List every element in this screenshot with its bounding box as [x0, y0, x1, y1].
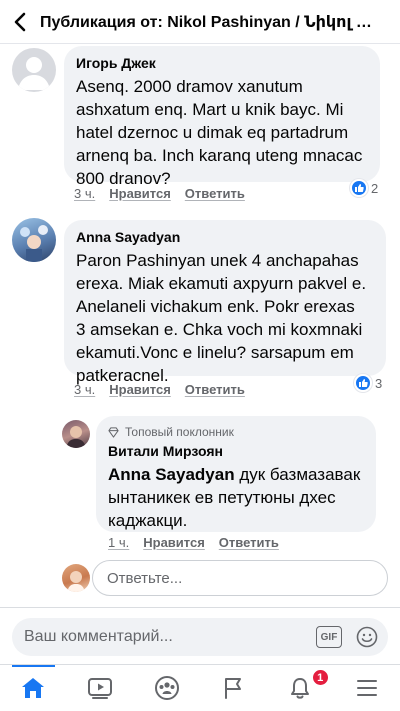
comment-actions: 3 ч. Нравится Ответить — [74, 186, 245, 201]
diamond-icon — [108, 426, 119, 438]
tab-home[interactable] — [0, 665, 67, 711]
comment-author[interactable]: Игорь Джек — [76, 55, 368, 72]
tab-menu[interactable] — [333, 665, 400, 711]
badge-label: Топовый поклонник — [125, 425, 234, 439]
top-fan-badge: Топовый поклонник — [108, 425, 364, 439]
tab-notifications[interactable]: 1 — [267, 665, 334, 711]
chevron-left-icon — [14, 12, 26, 31]
mention[interactable]: Anna Sayadyan — [108, 465, 235, 484]
comment-text: Anna Sayadyan дук базмазавак ынтаникек е… — [108, 463, 364, 532]
comment-text: Paron Pashinyan unek 4 anchapahas erexa.… — [76, 251, 367, 385]
tab-watch[interactable] — [67, 665, 134, 711]
page-title: Публикация от: Nikol Pashinyan / Նիկոլ Փ… — [40, 13, 380, 31]
reply-link[interactable]: Ответить — [185, 186, 245, 201]
divider — [0, 607, 400, 608]
comment-input[interactable]: Ваш комментарий... — [24, 628, 316, 646]
my-avatar — [62, 564, 90, 592]
comment-actions: 3 ч. Нравится Ответить — [74, 382, 245, 397]
reply-input[interactable]: Ответьте... — [92, 560, 388, 596]
top-bar: Публикация от: Nikol Pashinyan / Նիկոլ Փ… — [0, 0, 400, 44]
menu-icon — [356, 680, 377, 696]
comment-author[interactable]: Anna Sayadyan — [76, 229, 374, 246]
reaction-count-label: 2 — [371, 180, 379, 196]
bell-icon — [291, 678, 310, 699]
comment-author[interactable]: Витали Мирзоян — [108, 443, 364, 460]
groups-icon — [154, 676, 179, 700]
comment-time: 3 ч. — [74, 382, 96, 397]
avatar[interactable] — [62, 420, 90, 448]
comment-time: 1 ч. — [108, 535, 130, 550]
home-icon — [22, 678, 45, 698]
flag-icon — [225, 678, 242, 699]
like-link[interactable]: Нравится — [109, 186, 171, 201]
video-icon — [88, 678, 112, 699]
comment-composer[interactable]: Ваш комментарий... GIF — [12, 618, 388, 656]
reply-link[interactable]: Ответить — [219, 535, 279, 550]
reaction-count[interactable]: 3 — [354, 374, 382, 392]
reaction-count-label: 3 — [375, 375, 383, 391]
reply-link[interactable]: Ответить — [185, 382, 245, 397]
like-reaction-icon — [354, 374, 372, 392]
gif-button[interactable]: GIF — [316, 626, 342, 648]
like-link[interactable]: Нравится — [109, 382, 171, 397]
reply-bubble: Топовый поклонник Витали Мирзоян Anna Sa… — [96, 416, 376, 532]
avatar[interactable] — [12, 48, 56, 92]
comment-text: Asenq. 2000 dramov xanutum ashxatum enq.… — [76, 77, 363, 188]
comment-bubble: Anna Sayadyan Paron Pashinyan unek 4 anc… — [64, 220, 386, 385]
tab-pages[interactable] — [200, 665, 267, 711]
avatar[interactable] — [12, 218, 56, 262]
like-link[interactable]: Нравится — [143, 535, 205, 550]
like-reaction-icon — [350, 179, 368, 197]
reaction-count[interactable]: 2 — [350, 179, 378, 197]
comment-bubble: Игорь Джек Asenq. 2000 dramov xanutum as… — [64, 46, 380, 188]
emoji-icon[interactable] — [356, 626, 378, 648]
back-button[interactable] — [0, 0, 40, 44]
bottom-tab-bar: 1 — [0, 664, 400, 711]
comment-actions: 1 ч. Нравится Ответить — [108, 535, 279, 550]
notification-badge: 1 — [311, 669, 329, 686]
comment-time: 3 ч. — [74, 186, 96, 201]
tab-groups[interactable] — [133, 665, 200, 711]
